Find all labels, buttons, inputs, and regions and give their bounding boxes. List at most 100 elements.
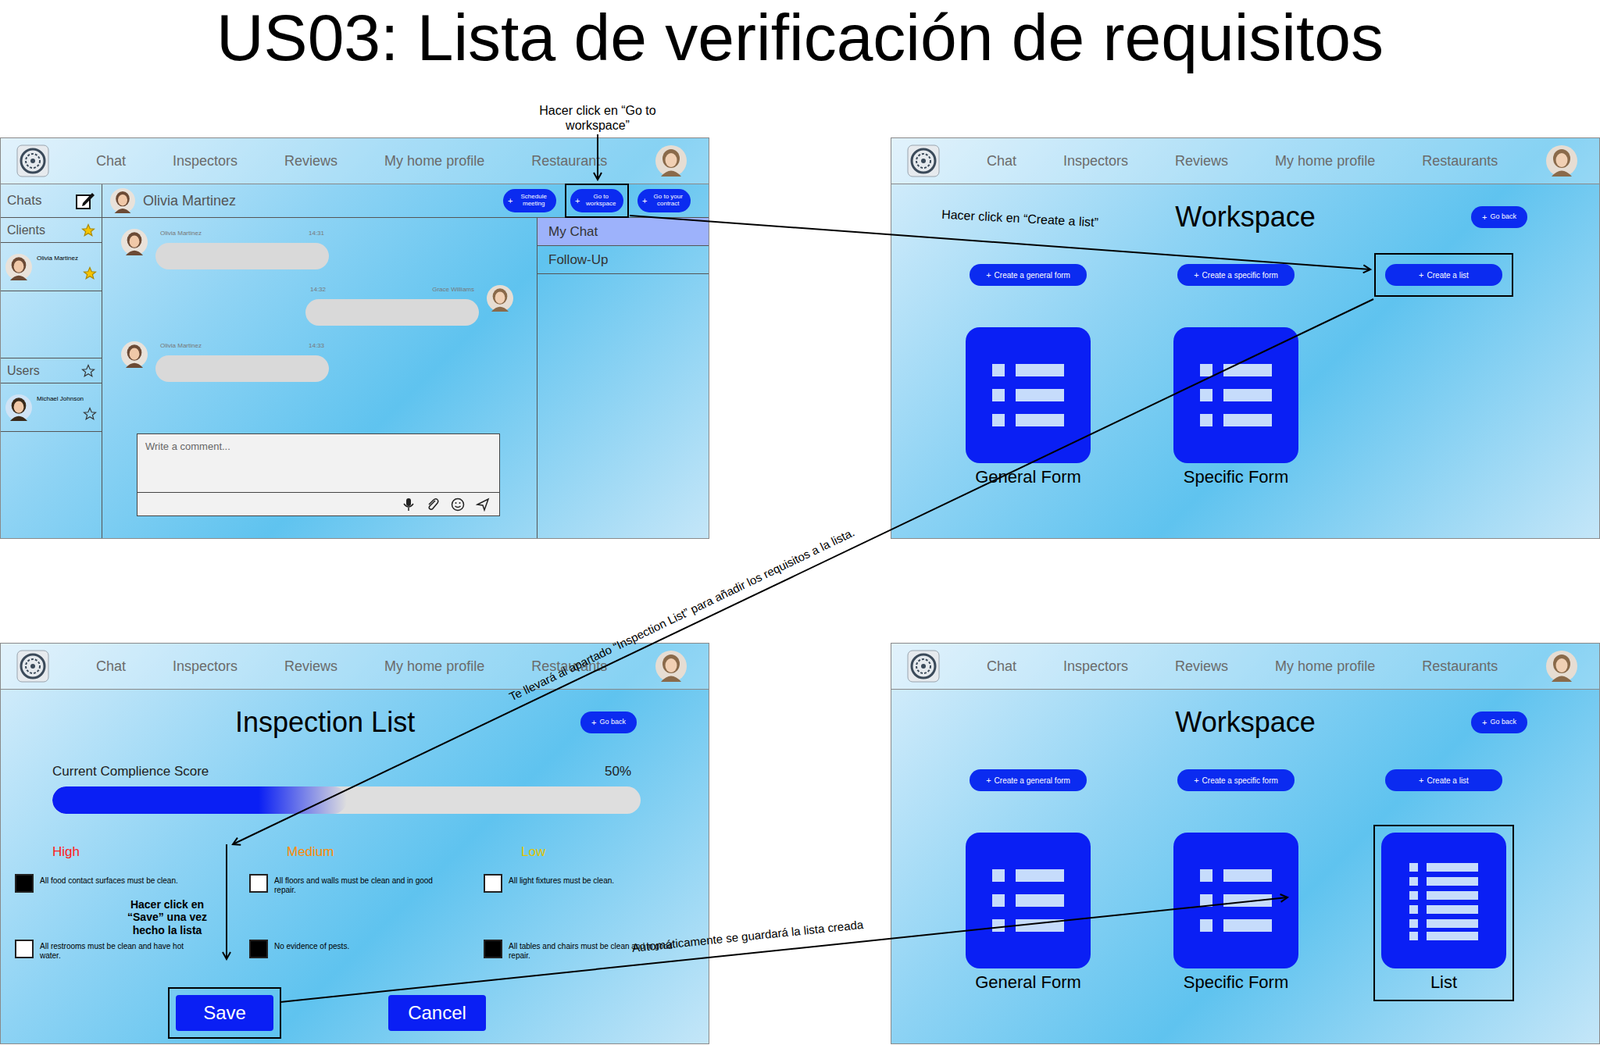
nav-link[interactable]: Reviews (284, 656, 338, 678)
checkbox[interactable] (483, 939, 503, 959)
paperclip-icon[interactable] (425, 497, 440, 512)
button-label: Schedule meeting (515, 193, 552, 208)
smiley-icon[interactable] (450, 497, 465, 512)
create-button[interactable]: +Create a general form (969, 264, 1087, 286)
create-button[interactable]: +Create a specific form (1177, 769, 1295, 792)
contact-row[interactable]: Michael Johnson (0, 383, 102, 433)
nav-link[interactable]: Chat (986, 150, 1017, 172)
star-icon[interactable] (82, 407, 97, 422)
create-button[interactable]: +Create a general form (969, 769, 1087, 792)
nav-link[interactable]: Reviews (284, 150, 338, 172)
contact-name: Michael Johnson (36, 394, 97, 404)
screen-title: Workspace (1175, 708, 1315, 737)
profile-avatar-icon[interactable] (1546, 145, 1578, 177)
button-label: Create a list (1427, 271, 1469, 280)
checkbox[interactable] (249, 874, 268, 893)
create-button[interactable]: +Create a list (1385, 264, 1503, 286)
create-button[interactable]: +Create a list (1385, 769, 1503, 792)
message-avatar-icon (486, 285, 514, 312)
cancel-button[interactable]: Cancel (388, 995, 486, 1032)
star-icon[interactable] (81, 223, 96, 238)
nav-link[interactable]: Inspectors (1063, 656, 1129, 678)
highlight-box: Specific Form (1165, 825, 1307, 1002)
button-label: Create a specific form (1202, 776, 1279, 786)
nav-link[interactable]: Restaurants (1421, 656, 1498, 678)
go-back-button[interactable]: +Go back (580, 711, 637, 734)
menu-item[interactable]: My Chat (537, 217, 709, 247)
form-icon (1195, 356, 1277, 435)
logo-icon (907, 650, 940, 683)
star-icon[interactable] (82, 266, 97, 281)
logo-icon (907, 144, 940, 178)
button-label: Create a general form (994, 271, 1071, 280)
nav-link[interactable]: My home profile (384, 150, 485, 172)
card-group: List (1381, 832, 1507, 994)
star-icon[interactable] (81, 364, 96, 379)
profile-avatar-icon[interactable] (655, 650, 687, 683)
section-header: Clients (0, 217, 102, 243)
go-back-button[interactable]: +Go back (1471, 206, 1528, 229)
nav-bar: Chat Inspectors Reviews My home profile Rest… (0, 138, 709, 185)
send-icon[interactable] (475, 497, 490, 512)
action-button[interactable]: +Go to your contract (637, 189, 691, 213)
checkbox[interactable] (14, 874, 34, 893)
go-back-button[interactable]: +Go back (1471, 711, 1528, 734)
score-block: Current Complience Score50% (0, 761, 709, 815)
action-button[interactable]: +Go to workspace (570, 189, 624, 213)
form-card[interactable] (1173, 327, 1299, 464)
message-time: 14:33 (308, 341, 325, 351)
nav-link[interactable]: Chat (96, 150, 126, 172)
contact-row[interactable]: Olivia Martinez (0, 242, 102, 292)
save-button[interactable]: Save (175, 995, 274, 1032)
plus-icon: + (1193, 271, 1199, 280)
action-button[interactable]: +Schedule meeting (503, 189, 557, 213)
nav-link[interactable]: Inspectors (172, 656, 238, 678)
nav-link[interactable]: Restaurants (1421, 150, 1498, 172)
checkbox[interactable] (483, 874, 503, 893)
edit-icon[interactable] (75, 190, 96, 211)
nav-link[interactable]: Restaurants (531, 150, 608, 172)
checkbox[interactable] (249, 939, 268, 959)
form-icon (987, 861, 1069, 940)
highlight-box: List (1373, 825, 1515, 1002)
message-avatar-icon (121, 341, 148, 368)
logo-icon (16, 650, 50, 683)
profile-avatar-icon[interactable] (655, 145, 687, 177)
checkbox[interactable] (14, 939, 34, 959)
plus-icon: + (1418, 776, 1424, 786)
comment-input[interactable] (137, 434, 500, 493)
menu-item[interactable]: Follow-Up (537, 246, 709, 275)
nav-link[interactable]: Reviews (1175, 150, 1229, 172)
button-label: Create a list (1427, 776, 1469, 786)
highlight-box: Save (167, 987, 282, 1040)
nav-link[interactable]: Inspectors (1063, 150, 1129, 172)
contact-info: Michael Johnson (36, 394, 97, 422)
nav-link[interactable]: Chat (96, 656, 126, 678)
create-button[interactable]: +Create a specific form (1177, 264, 1295, 286)
comment-box (136, 433, 500, 517)
nav-link[interactable]: My home profile (384, 656, 485, 678)
list-card[interactable] (1381, 832, 1507, 969)
contact-avatar-icon (5, 394, 33, 422)
plus-icon: + (1193, 776, 1199, 786)
checklist-text: All floors and walls must be clean and i… (274, 874, 440, 897)
nav-link[interactable]: Inspectors (172, 150, 238, 172)
nav-link[interactable]: My home profile (1275, 150, 1375, 172)
profile-avatar-icon[interactable] (1546, 650, 1578, 683)
workspace-column: +Create a list (1339, 253, 1548, 497)
button-label: Go to workspace (582, 193, 619, 208)
card-label: General Form (975, 971, 1082, 994)
form-card[interactable] (1173, 832, 1299, 969)
highlight-box: +Create a general form (958, 758, 1098, 803)
nav-link[interactable]: Chat (986, 656, 1017, 678)
form-card[interactable] (965, 327, 1091, 464)
nav-link[interactable]: Reviews (1175, 656, 1229, 678)
page-title: US03: Lista de verificación de requisito… (0, 0, 1600, 71)
microphone-icon[interactable] (402, 497, 415, 512)
saved-workspace-screen: Chat Inspectors Reviews My home profile Rest… (890, 642, 1600, 1045)
highlight-box: +Create a list (1374, 253, 1514, 297)
card-label: List (1430, 971, 1458, 994)
plus-icon: + (1482, 213, 1487, 222)
form-card[interactable] (965, 832, 1091, 969)
nav-link[interactable]: My home profile (1275, 656, 1375, 678)
